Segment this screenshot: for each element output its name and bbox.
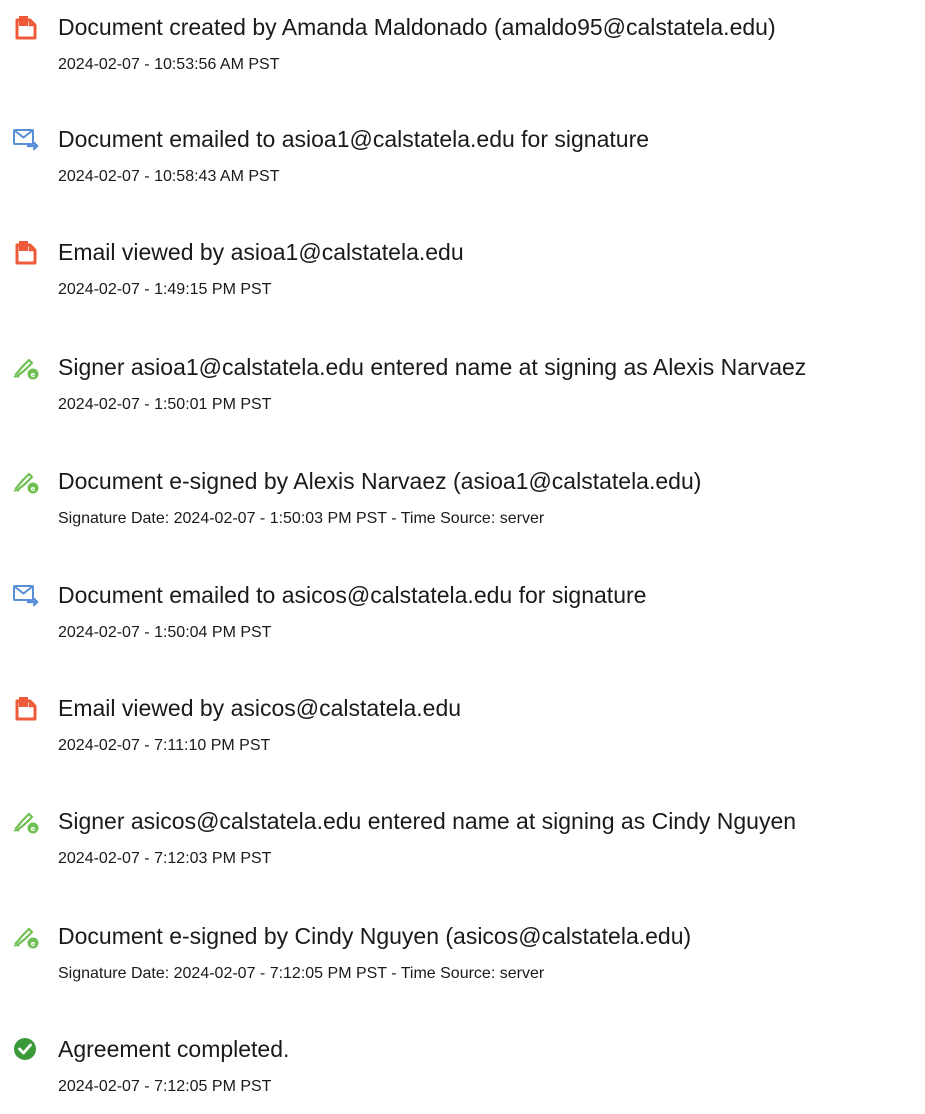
event-timestamp: 2024-02-07 - 7:12:03 PM PST <box>58 850 272 867</box>
esign-pen-icon: e <box>12 807 40 835</box>
event-title: Email viewed by asicos@calstatela.edu <box>58 695 462 721</box>
event-timestamp: 2024-02-07 - 10:53:56 AM PST <box>58 56 280 73</box>
document-created-icon <box>12 13 40 41</box>
signature-timestamp: Signature Date: 2024-02-07 - 1:50:03 PM … <box>58 510 545 527</box>
audit-event: e Signer asicos@calstatela.edu entered n… <box>0 806 925 886</box>
audit-event: Document created by Amanda Maldonado (am… <box>0 12 925 92</box>
esign-pen-icon: e <box>12 922 40 950</box>
event-title: Signer asioa1@calstatela.edu entered nam… <box>58 354 807 380</box>
signature-timestamp: Signature Date: 2024-02-07 - 7:12:05 PM … <box>58 965 545 982</box>
audit-event: Agreement completed. 2024-02-07 - 7:12:0… <box>0 1034 925 1114</box>
svg-text:e: e <box>31 940 36 948</box>
event-timestamp: 2024-02-07 - 1:50:01 PM PST <box>58 396 272 413</box>
svg-text:e: e <box>31 371 36 379</box>
event-title: Document emailed to asioa1@calstatela.ed… <box>58 126 650 152</box>
event-title: Document emailed to asicos@calstatela.ed… <box>58 582 647 608</box>
event-title: Agreement completed. <box>58 1036 290 1062</box>
event-title: Email viewed by asioa1@calstatela.edu <box>58 239 464 265</box>
esign-pen-icon: e <box>12 353 40 381</box>
audit-event: e Document e-signed by Cindy Nguyen (asi… <box>0 921 925 1001</box>
event-title: Document e-signed by Cindy Nguyen (asico… <box>58 923 692 949</box>
svg-text:e: e <box>31 825 36 833</box>
audit-event: Email viewed by asioa1@calstatela.edu 20… <box>0 237 925 317</box>
event-timestamp: 2024-02-07 - 7:11:10 PM PST <box>58 737 271 754</box>
svg-text:e: e <box>31 485 36 493</box>
audit-event: Document emailed to asioa1@calstatela.ed… <box>0 124 925 204</box>
audit-event: e Signer asioa1@calstatela.edu entered n… <box>0 352 925 432</box>
event-timestamp: 2024-02-07 - 1:49:15 PM PST <box>58 281 272 298</box>
event-timestamp: 2024-02-07 - 1:50:04 PM PST <box>58 624 272 641</box>
event-title: Signer asicos@calstatela.edu entered nam… <box>58 808 797 834</box>
event-title: Document e-signed by Alexis Narvaez (asi… <box>58 468 702 494</box>
audit-event: Document emailed to asicos@calstatela.ed… <box>0 580 925 660</box>
audit-event: Email viewed by asicos@calstatela.edu 20… <box>0 693 925 773</box>
document-viewed-icon <box>12 238 40 266</box>
esign-pen-icon: e <box>12 467 40 495</box>
completed-check-icon <box>12 1035 40 1063</box>
event-timestamp: 2024-02-07 - 7:12:05 PM PST <box>58 1078 272 1095</box>
event-title: Document created by Amanda Maldonado (am… <box>58 14 776 40</box>
email-sent-icon <box>12 125 40 153</box>
audit-event: e Document e-signed by Alexis Narvaez (a… <box>0 466 925 546</box>
email-sent-icon <box>12 581 40 609</box>
event-timestamp: 2024-02-07 - 10:58:43 AM PST <box>58 168 280 185</box>
document-viewed-icon <box>12 694 40 722</box>
